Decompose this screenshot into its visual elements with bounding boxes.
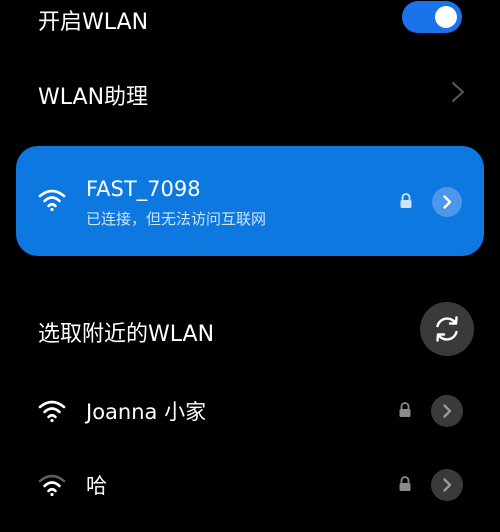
nearby-section-title: 选取附近的WLAN bbox=[38, 322, 215, 347]
network-detail-button[interactable] bbox=[431, 395, 463, 427]
lock-icon bbox=[399, 476, 411, 491]
wifi-weak-icon bbox=[38, 474, 66, 497]
chevron-right-icon bbox=[452, 82, 464, 102]
network-name: Joanna 小家 bbox=[86, 400, 207, 424]
wifi-icon bbox=[38, 400, 66, 423]
network-detail-button[interactable] bbox=[431, 469, 463, 501]
connected-status: 已连接，但无法访问互联网 bbox=[86, 210, 267, 228]
wlan-toggle-label: 开启WLAN bbox=[38, 10, 149, 35]
nearby-network-item[interactable]: Joanna 小家 bbox=[0, 382, 500, 438]
chevron-right-icon bbox=[443, 404, 452, 418]
network-name: 哈 bbox=[86, 474, 107, 498]
refresh-button[interactable] bbox=[420, 302, 474, 356]
wifi-icon bbox=[38, 189, 66, 212]
chevron-right-icon bbox=[443, 478, 452, 492]
lock-icon bbox=[400, 193, 412, 208]
lock-icon bbox=[399, 402, 411, 417]
connected-detail-button[interactable] bbox=[432, 187, 462, 217]
wlan-toggle-switch[interactable] bbox=[402, 1, 462, 33]
refresh-icon bbox=[436, 316, 458, 342]
toggle-knob bbox=[435, 6, 457, 28]
nearby-network-item[interactable]: 哈 bbox=[0, 456, 500, 512]
chevron-right-icon bbox=[443, 195, 452, 209]
wlan-assistant-label: WLAN助理 bbox=[38, 85, 149, 110]
connected-network-card[interactable]: FAST_7098 已连接，但无法访问互联网 bbox=[16, 146, 484, 256]
connected-ssid: FAST_7098 bbox=[86, 177, 201, 201]
